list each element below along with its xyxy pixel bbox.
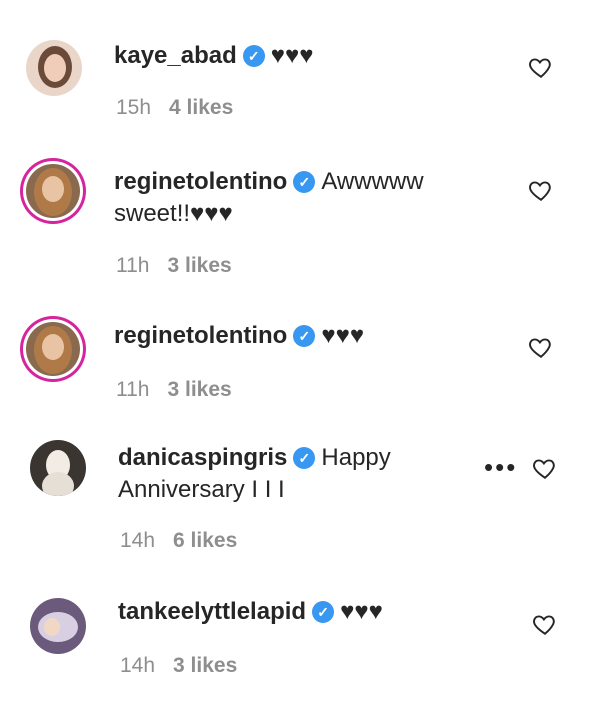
comment-time: 15h — [116, 96, 152, 119]
verified-badge-icon: ✓ — [293, 447, 316, 469]
comment-time: 14h — [120, 529, 156, 552]
username[interactable]: danicaspingris — [118, 444, 287, 471]
username[interactable]: reginetolentino — [114, 322, 287, 349]
username[interactable]: reginetolentino — [114, 168, 287, 195]
comment-text: ♥♥♥ — [321, 322, 365, 349]
username[interactable]: kaye_abad — [114, 42, 237, 69]
comment-text: ♥♥♥ — [340, 598, 383, 625]
like-count[interactable]: 3 likes — [167, 254, 231, 277]
avatar[interactable] — [30, 598, 86, 654]
comment-time: 11h — [116, 254, 150, 277]
verified-badge-icon: ✓ — [312, 601, 335, 623]
username[interactable]: tankeelyttlelapid — [118, 598, 306, 625]
comment-time: 11h — [116, 378, 150, 401]
like-count[interactable]: 3 likes — [173, 654, 237, 677]
comment-time: 14h — [120, 654, 156, 677]
like-count[interactable]: 6 likes — [173, 529, 237, 552]
verified-badge-icon: ✓ — [242, 45, 265, 67]
avatar[interactable] — [26, 164, 80, 218]
heart-icon[interactable] — [528, 54, 554, 80]
more-options-icon[interactable]: ••• — [484, 452, 517, 483]
verified-badge-icon: ✓ — [293, 171, 316, 193]
comment-text: ♥♥♥ — [270, 42, 314, 69]
verified-badge-icon: ✓ — [293, 325, 316, 347]
like-count[interactable]: 4 likes — [169, 96, 233, 119]
heart-icon[interactable] — [532, 455, 558, 481]
like-count[interactable]: 3 likes — [167, 378, 231, 401]
heart-icon[interactable] — [532, 611, 558, 637]
avatar[interactable] — [26, 322, 80, 376]
heart-icon[interactable] — [528, 177, 554, 203]
heart-icon[interactable] — [528, 334, 554, 360]
avatar[interactable] — [26, 40, 82, 96]
avatar[interactable] — [30, 440, 86, 496]
